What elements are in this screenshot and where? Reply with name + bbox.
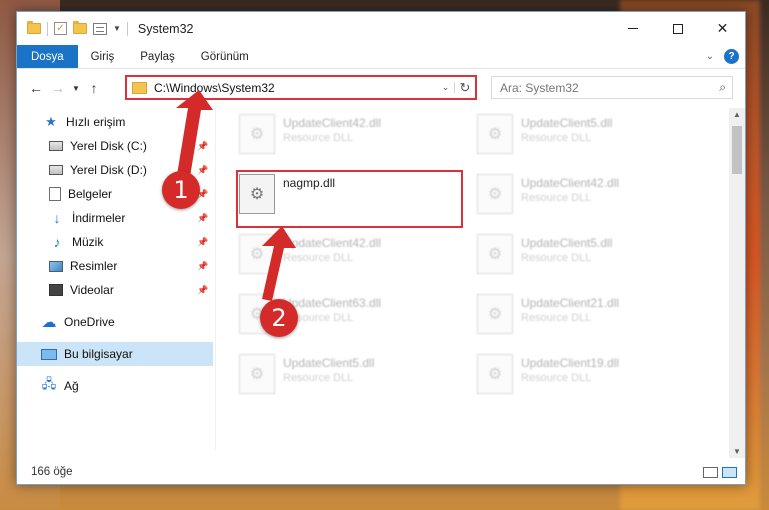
step-marker-2: 2	[260, 299, 298, 337]
arrow-2	[262, 226, 296, 301]
step-marker-1: 1	[162, 171, 200, 209]
annotation-arrows	[176, 90, 296, 301]
arrow-1	[176, 90, 213, 177]
